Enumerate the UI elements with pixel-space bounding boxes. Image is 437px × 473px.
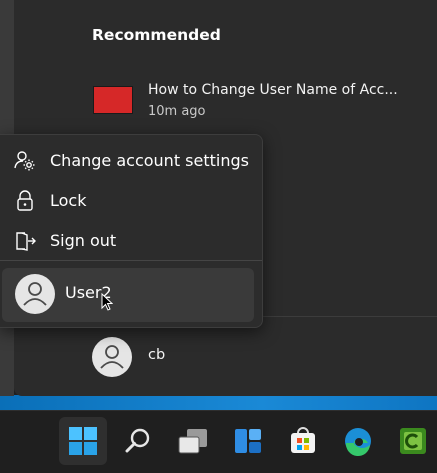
search-button[interactable] (114, 417, 162, 465)
account-menu-divider (0, 260, 262, 261)
edge-button[interactable] (334, 417, 382, 465)
camtasia-icon (400, 428, 426, 454)
document-thumbnail (93, 86, 133, 114)
taskbar (0, 410, 437, 473)
search-icon (125, 428, 150, 453)
widgets-button[interactable] (224, 417, 272, 465)
change-account-settings-label: Change account settings (50, 151, 249, 170)
footer-user-name: cb (148, 347, 166, 363)
sign-out-icon (14, 230, 36, 252)
edge-icon (345, 428, 371, 457)
person-icon (92, 337, 132, 377)
change-account-settings-item[interactable]: Change account settings (0, 141, 262, 179)
recommended-item-title: How to Change User Name of Acc... (148, 82, 398, 98)
recommended-heading: Recommended (92, 26, 221, 44)
account-settings-icon (14, 150, 36, 172)
lock-label: Lock (50, 191, 87, 210)
account-menu: Change account settings Lock Sign out Us… (0, 134, 263, 328)
windows-start-icon (69, 427, 97, 455)
person-icon (15, 274, 55, 314)
switch-user-item[interactable]: User2 (2, 268, 254, 322)
task-view-icon (178, 429, 207, 454)
start-button[interactable] (59, 417, 107, 465)
lock-icon (14, 190, 36, 212)
footer-user-button[interactable]: cb (92, 337, 292, 377)
sign-out-item[interactable]: Sign out (0, 221, 262, 259)
task-view-button[interactable] (169, 417, 217, 465)
widgets-icon (235, 429, 261, 453)
lock-item[interactable]: Lock (0, 181, 262, 219)
recommended-item-time: 10m ago (148, 104, 206, 119)
mouse-cursor-icon (101, 292, 114, 315)
microsoft-store-icon (291, 427, 315, 453)
camtasia-button[interactable] (389, 417, 437, 465)
sign-out-label: Sign out (50, 231, 117, 250)
recommended-item[interactable]: How to Change User Name of Acc... 10m ag… (80, 74, 420, 126)
microsoft-store-button[interactable] (279, 417, 327, 465)
